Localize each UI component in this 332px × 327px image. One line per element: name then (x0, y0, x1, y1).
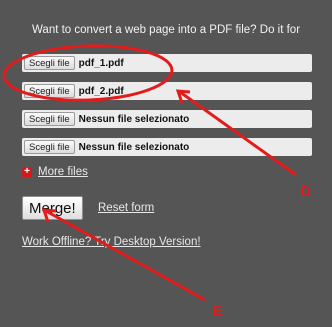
arrow-e-shaft (45, 209, 206, 302)
highlight-ellipse (2, 44, 174, 102)
arrow-d-shaft (179, 90, 297, 177)
annotation-overlay (2, 44, 297, 302)
callout-label-e: E (213, 302, 224, 319)
callout-label-d: D (300, 183, 311, 200)
